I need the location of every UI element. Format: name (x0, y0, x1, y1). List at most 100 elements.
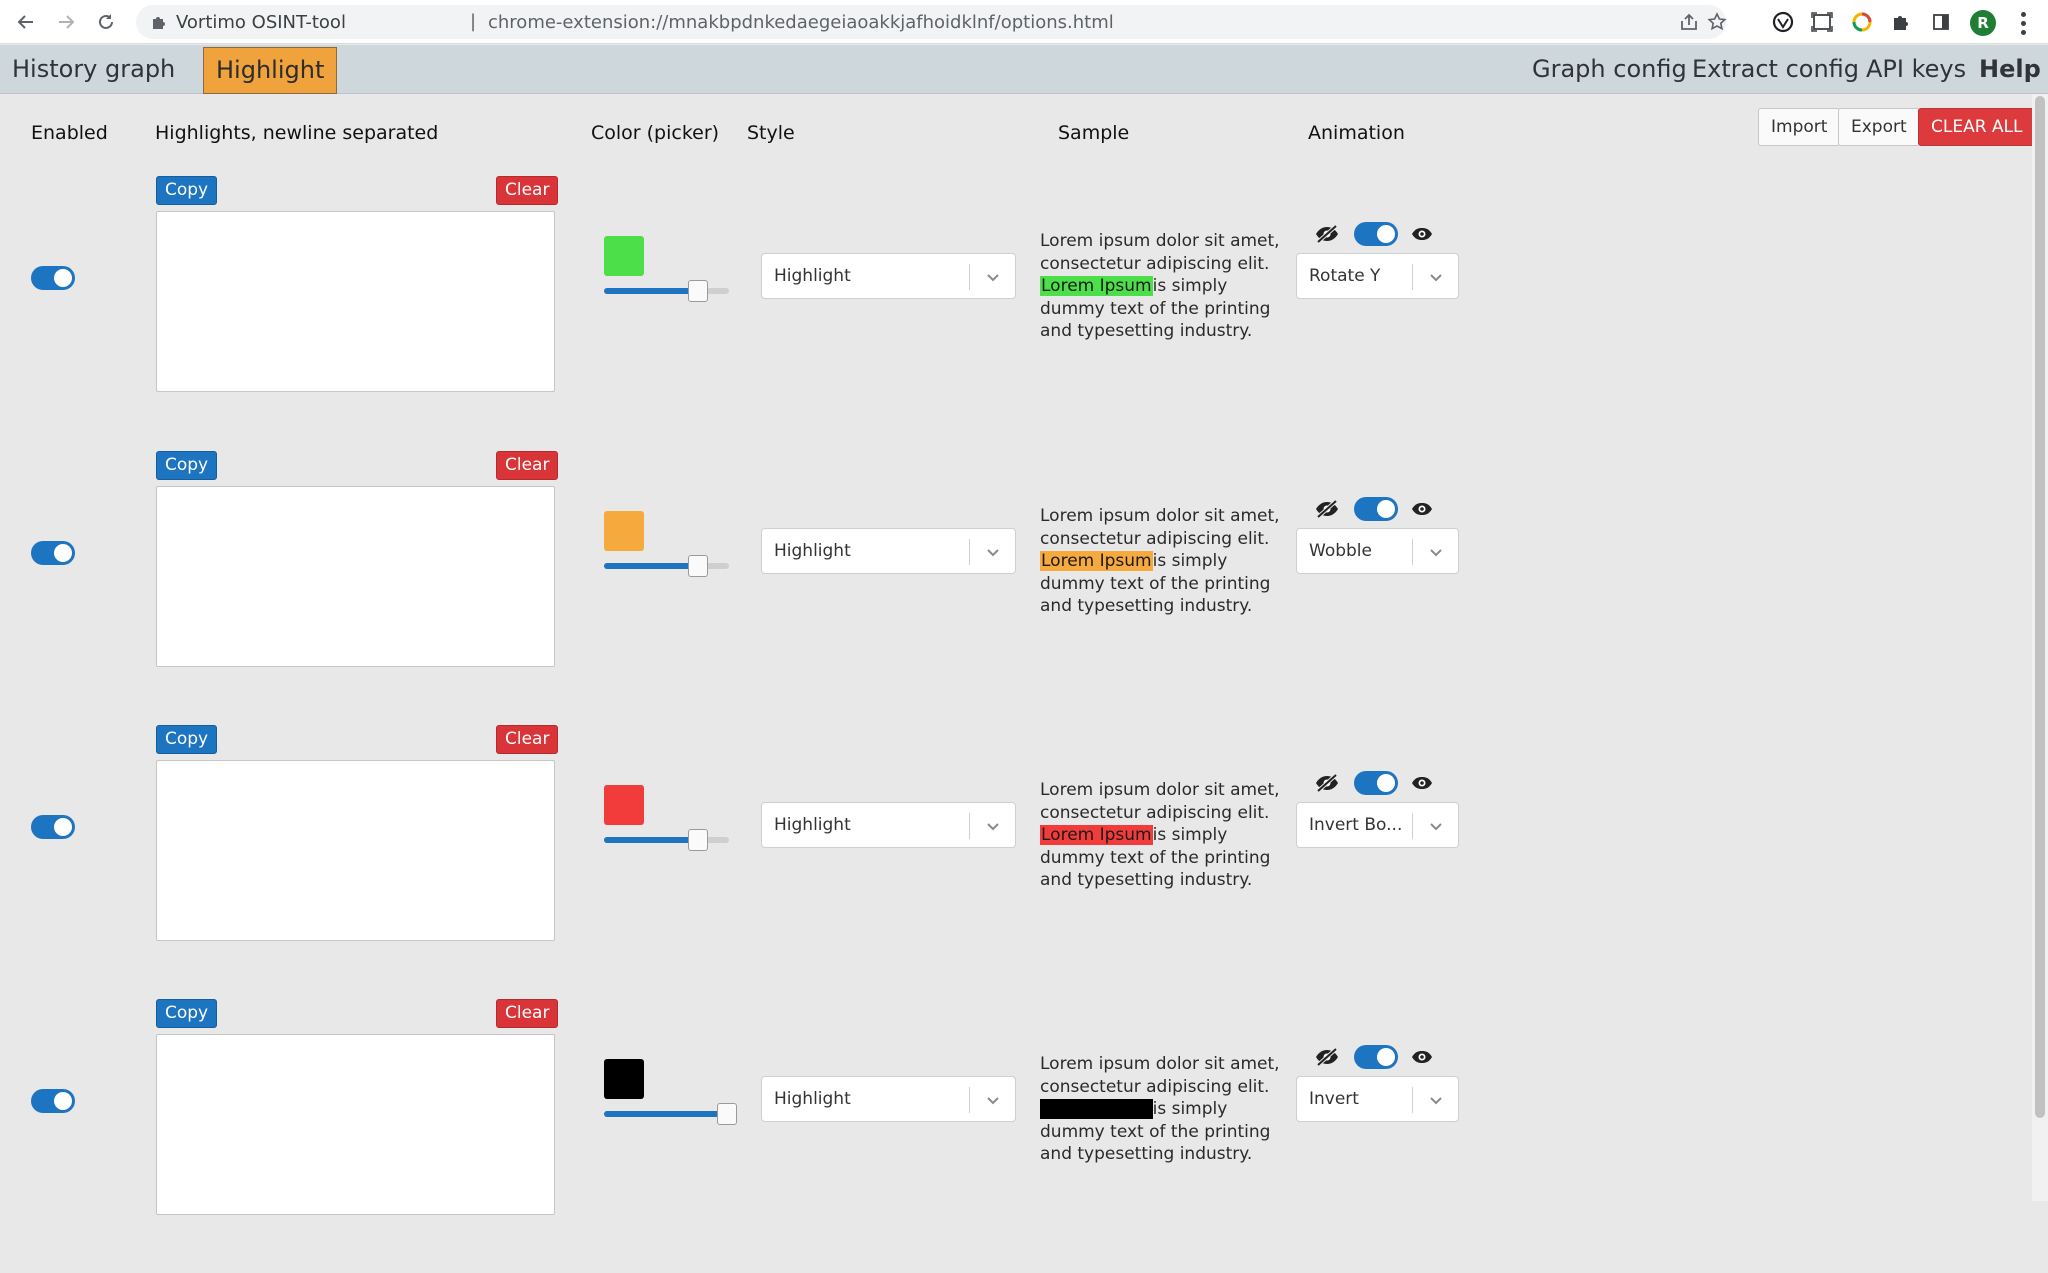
back-icon[interactable] (12, 8, 40, 36)
chevron-down-icon (1426, 542, 1446, 562)
extension-name: Vortimo OSINT-tool (176, 12, 346, 33)
sample-text: Lorem ipsum dolor sit amet, consectetur … (1040, 230, 1280, 343)
select-divider (969, 539, 970, 565)
enabled-toggle[interactable] (31, 1089, 75, 1113)
style-select-value: Highlight (774, 815, 851, 835)
animation-toggle[interactable] (1354, 1045, 1398, 1069)
address-bar[interactable]: Vortimo OSINT-tool | chrome-extension://… (136, 5, 1729, 39)
slider-fill (604, 1111, 729, 1117)
enabled-toggle[interactable] (31, 815, 75, 839)
animation-select-value: Rotate Y (1309, 266, 1381, 286)
clear-button[interactable]: Clear (496, 451, 559, 480)
enabled-toggle[interactable] (31, 541, 75, 565)
style-select[interactable]: Highlight (761, 1076, 1016, 1122)
sample-text: Lorem ipsum dolor sit amet, consectetur … (1040, 505, 1280, 618)
screenshot-icon[interactable] (1809, 9, 1835, 35)
style-select[interactable]: Highlight (761, 528, 1016, 574)
tab-graph-config[interactable]: Graph config (1520, 45, 1699, 93)
forward-icon[interactable] (52, 8, 80, 36)
chevron-down-icon (983, 542, 1003, 562)
scrollbar-thumb[interactable] (2035, 96, 2045, 1118)
copy-button[interactable]: Copy (156, 725, 218, 754)
opacity-slider[interactable] (604, 829, 729, 851)
slider-thumb[interactable] (688, 829, 708, 851)
sample-before: Lorem ipsum dolor sit amet, consectetur … (1040, 506, 1280, 549)
highlights-textarea[interactable] (156, 486, 555, 667)
animation-select[interactable]: Invert (1296, 1076, 1459, 1122)
tab-api-keys[interactable]: API keys (1854, 45, 1978, 93)
highlights-textarea[interactable] (156, 1034, 555, 1215)
tab-history-graph[interactable]: History graph (0, 45, 187, 93)
style-select[interactable]: Highlight (761, 802, 1016, 848)
chevron-down-icon (983, 1090, 1003, 1110)
style-select-value: Highlight (774, 1089, 851, 1109)
highlights-textarea[interactable] (156, 211, 555, 392)
opacity-slider[interactable] (604, 555, 729, 577)
profile-avatar[interactable]: R (1970, 10, 1996, 36)
select-divider (1412, 813, 1413, 839)
color-swatch[interactable] (604, 785, 644, 825)
animation-toggle[interactable] (1354, 771, 1398, 795)
animation-select[interactable]: Invert Bo... (1296, 802, 1459, 848)
color-swatch[interactable] (604, 236, 644, 276)
animation-select[interactable]: Rotate Y (1296, 253, 1459, 299)
animation-select[interactable]: Wobble (1296, 528, 1459, 574)
copy-button[interactable]: Copy (156, 451, 218, 480)
copy-button[interactable]: Copy (156, 176, 218, 205)
eye-icon (1409, 1046, 1435, 1068)
highlight-row: Copy Clear Highlight Lorem ipsum dolor s… (0, 999, 2048, 1273)
url-text[interactable]: chrome-extension://mnakbpdnkedaegeiaoakk… (488, 12, 1114, 33)
eye-icon (1409, 498, 1435, 520)
enabled-toggle[interactable] (31, 266, 75, 290)
extensions-puzzle-icon[interactable] (1888, 9, 1914, 35)
share-icon[interactable] (1677, 10, 1701, 34)
sample-highlight: Lorem Ipsum (1040, 825, 1153, 845)
header-sample: Sample (1058, 122, 1130, 144)
app-nav-bar: History graph Highlight Graph config Ext… (0, 45, 2048, 94)
side-panel-icon[interactable] (1928, 9, 1954, 35)
color-ring-icon[interactable] (1849, 9, 1875, 35)
sample-before: Lorem ipsum dolor sit amet, consectetur … (1040, 780, 1280, 823)
reload-icon[interactable] (92, 8, 120, 36)
sample-text: Lorem ipsum dolor sit amet, consectetur … (1040, 779, 1280, 892)
eye-off-icon (1314, 772, 1340, 794)
puzzle-icon (148, 11, 170, 33)
animation-toggle[interactable] (1354, 497, 1398, 521)
slider-thumb[interactable] (717, 1103, 737, 1125)
header-style: Style (747, 122, 795, 144)
page-scrollbar[interactable] (2032, 94, 2048, 1201)
chevron-down-icon (1426, 267, 1446, 287)
animation-toggle[interactable] (1354, 222, 1398, 246)
tab-extract-config[interactable]: Extract config (1680, 45, 1871, 93)
clear-button[interactable]: Clear (496, 999, 559, 1028)
style-select-value: Highlight (774, 541, 851, 561)
clear-all-button[interactable]: CLEAR ALL (1918, 108, 2036, 146)
select-divider (1412, 539, 1413, 565)
color-swatch[interactable] (604, 511, 644, 551)
browser-menu-icon[interactable] (2010, 10, 2036, 36)
eye-off-icon (1314, 498, 1340, 520)
sample-highlight: Lorem Ipsum (1040, 551, 1153, 571)
color-swatch[interactable] (604, 1059, 644, 1099)
header-animation: Animation (1308, 122, 1405, 144)
opacity-slider[interactable] (604, 280, 729, 302)
highlights-textarea[interactable] (156, 760, 555, 941)
import-button[interactable]: Import (1758, 108, 1841, 146)
style-select[interactable]: Highlight (761, 253, 1016, 299)
slider-thumb[interactable] (688, 280, 708, 302)
tab-highlight[interactable]: Highlight (203, 47, 338, 94)
slider-thumb[interactable] (688, 555, 708, 577)
slider-fill (604, 563, 698, 569)
opacity-slider[interactable] (604, 1103, 737, 1125)
clear-button[interactable]: Clear (496, 176, 559, 205)
sample-text: Lorem ipsum dolor sit amet, consectetur … (1040, 1053, 1280, 1166)
copy-button[interactable]: Copy (156, 999, 218, 1028)
clear-button[interactable]: Clear (496, 725, 559, 754)
select-divider (969, 813, 970, 839)
chevron-down-icon (1426, 1090, 1446, 1110)
bookmark-star-icon[interactable] (1705, 10, 1729, 34)
extension-circle-icon[interactable] (1770, 9, 1796, 35)
sample-before: Lorem ipsum dolor sit amet, consectetur … (1040, 1054, 1280, 1097)
export-button[interactable]: Export (1838, 108, 1920, 146)
tab-help[interactable]: Help (1967, 45, 2048, 93)
